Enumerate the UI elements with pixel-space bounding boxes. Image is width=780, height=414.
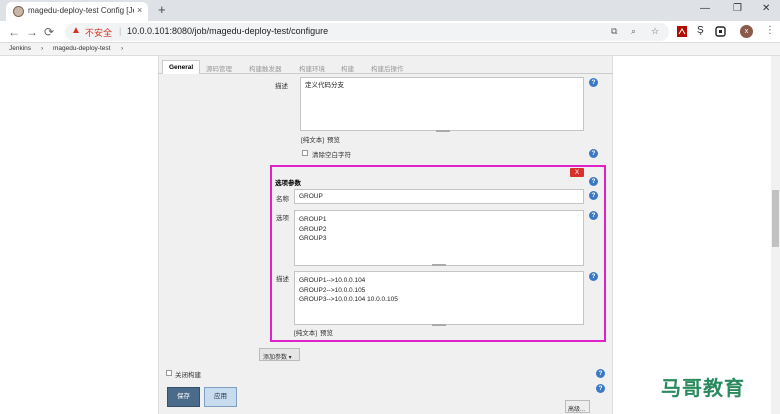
- disable-build-label: 关闭构建: [175, 372, 201, 379]
- minimize-button[interactable]: —: [700, 3, 710, 14]
- param-choices-label: 选项: [276, 215, 289, 222]
- translate-icon[interactable]: ⧉: [611, 26, 617, 37]
- breadcrumb-jenkins[interactable]: Jenkins: [9, 45, 31, 52]
- insecure-label[interactable]: 不安全: [85, 26, 112, 39]
- breadcrumb: Jenkins › magedu-deploy-test ›: [0, 43, 780, 56]
- desc-label: 描述: [275, 83, 288, 90]
- param-desc-textarea[interactable]: GROUP1-->10.0.0.104 GROUP2-->10.0.0.105 …: [294, 271, 584, 325]
- tab-scm[interactable]: 源码管理: [204, 60, 234, 74]
- trim-label: 清除空白字符: [312, 152, 351, 159]
- resize-grip[interactable]: [432, 324, 446, 326]
- help-icon[interactable]: ?: [589, 191, 598, 200]
- breadcrumb-job[interactable]: magedu-deploy-test: [53, 45, 110, 52]
- window-close-button[interactable]: ✕: [762, 3, 770, 14]
- apply-button[interactable]: 应用: [204, 387, 237, 407]
- tab-general[interactable]: General: [162, 60, 201, 74]
- param-name-label: 名称: [276, 196, 289, 203]
- preview-link[interactable]: 预览: [320, 327, 333, 337]
- param-choices-textarea[interactable]: GROUP1 GROUP2 GROUP3: [294, 210, 584, 266]
- tab-build-env[interactable]: 构建环境: [297, 60, 327, 74]
- help-icon[interactable]: ?: [589, 78, 598, 87]
- watermark-logo: 马哥教育: [661, 378, 745, 400]
- tab-triggers[interactable]: 构建触发器: [247, 60, 284, 74]
- url-text[interactable]: 10.0.0.101:8080/job/magedu-deploy-test/c…: [127, 26, 328, 36]
- warning-icon: ▲: [71, 25, 81, 36]
- resize-grip[interactable]: [432, 264, 446, 266]
- branch-desc-textarea[interactable]: 定义代码分支: [300, 77, 584, 131]
- tab-build[interactable]: 构建: [339, 60, 356, 74]
- address-bar[interactable]: ▲ 不安全 | 10.0.0.101:8080/job/magedu-deplo…: [65, 23, 669, 41]
- save-button[interactable]: 保存: [167, 387, 200, 407]
- help-icon[interactable]: ?: [589, 272, 598, 281]
- back-icon[interactable]: ←: [8, 25, 20, 39]
- extension-clip-icon[interactable]: [715, 26, 726, 37]
- url-separator: |: [119, 26, 122, 36]
- tab-close-icon[interactable]: ×: [137, 5, 142, 15]
- browser-tab-strip: magedu-deploy-test Config [Je × + — ❐ ✕: [0, 0, 780, 21]
- trim-checkbox[interactable]: [302, 150, 308, 156]
- maximize-button[interactable]: ❐: [733, 3, 742, 14]
- delete-param-button[interactable]: X: [570, 168, 584, 177]
- param-name-input[interactable]: [294, 189, 584, 204]
- help-icon[interactable]: ?: [589, 211, 598, 220]
- browser-toolbar: ← → ⟳ ▲ 不安全 | 10.0.0.101:8080/job/magedu…: [0, 21, 780, 43]
- resize-grip[interactable]: [436, 130, 450, 132]
- preview-link[interactable]: 预览: [327, 134, 340, 144]
- tab-title: magedu-deploy-test Config [Je: [28, 6, 134, 15]
- help-icon[interactable]: ?: [589, 149, 598, 158]
- forward-icon[interactable]: →: [26, 25, 38, 39]
- help-icon[interactable]: ?: [596, 384, 605, 393]
- browser-tab[interactable]: magedu-deploy-test Config [Je ×: [6, 2, 148, 21]
- jenkins-favicon-icon: [13, 6, 24, 17]
- bookmark-star-icon[interactable]: ☆: [651, 26, 659, 37]
- profile-avatar[interactable]: x: [740, 25, 753, 38]
- advanced-button[interactable]: 高级...: [565, 400, 590, 413]
- scrollbar-thumb[interactable]: [772, 190, 779, 247]
- add-parameter-button[interactable]: 添加参数 ▾: [259, 348, 300, 361]
- new-tab-button[interactable]: +: [158, 2, 166, 17]
- menu-kebab-icon[interactable]: ⋮: [765, 25, 775, 36]
- zoom-icon[interactable]: ⌕: [631, 26, 636, 37]
- param-header: 选项参数: [275, 180, 301, 187]
- reload-icon[interactable]: ⟳: [44, 25, 54, 39]
- plain-text-label: [纯文本]: [301, 137, 325, 144]
- pdf-extension-icon[interactable]: [677, 26, 687, 37]
- breadcrumb-sep: ›: [41, 45, 44, 52]
- extension-s-icon[interactable]: Ş: [697, 25, 704, 36]
- plain-text-label: [纯文本]: [294, 330, 318, 337]
- help-icon[interactable]: ?: [589, 177, 598, 186]
- tab-post-build[interactable]: 构建后操作: [369, 60, 406, 74]
- config-tab-bar: General 源码管理 构建触发器 构建环境 构建 构建后操作: [158, 58, 613, 74]
- help-icon[interactable]: ?: [596, 369, 605, 378]
- breadcrumb-sep[interactable]: ›: [121, 45, 123, 52]
- disable-build-checkbox[interactable]: [166, 370, 172, 376]
- param-desc-label: 描述: [276, 276, 289, 283]
